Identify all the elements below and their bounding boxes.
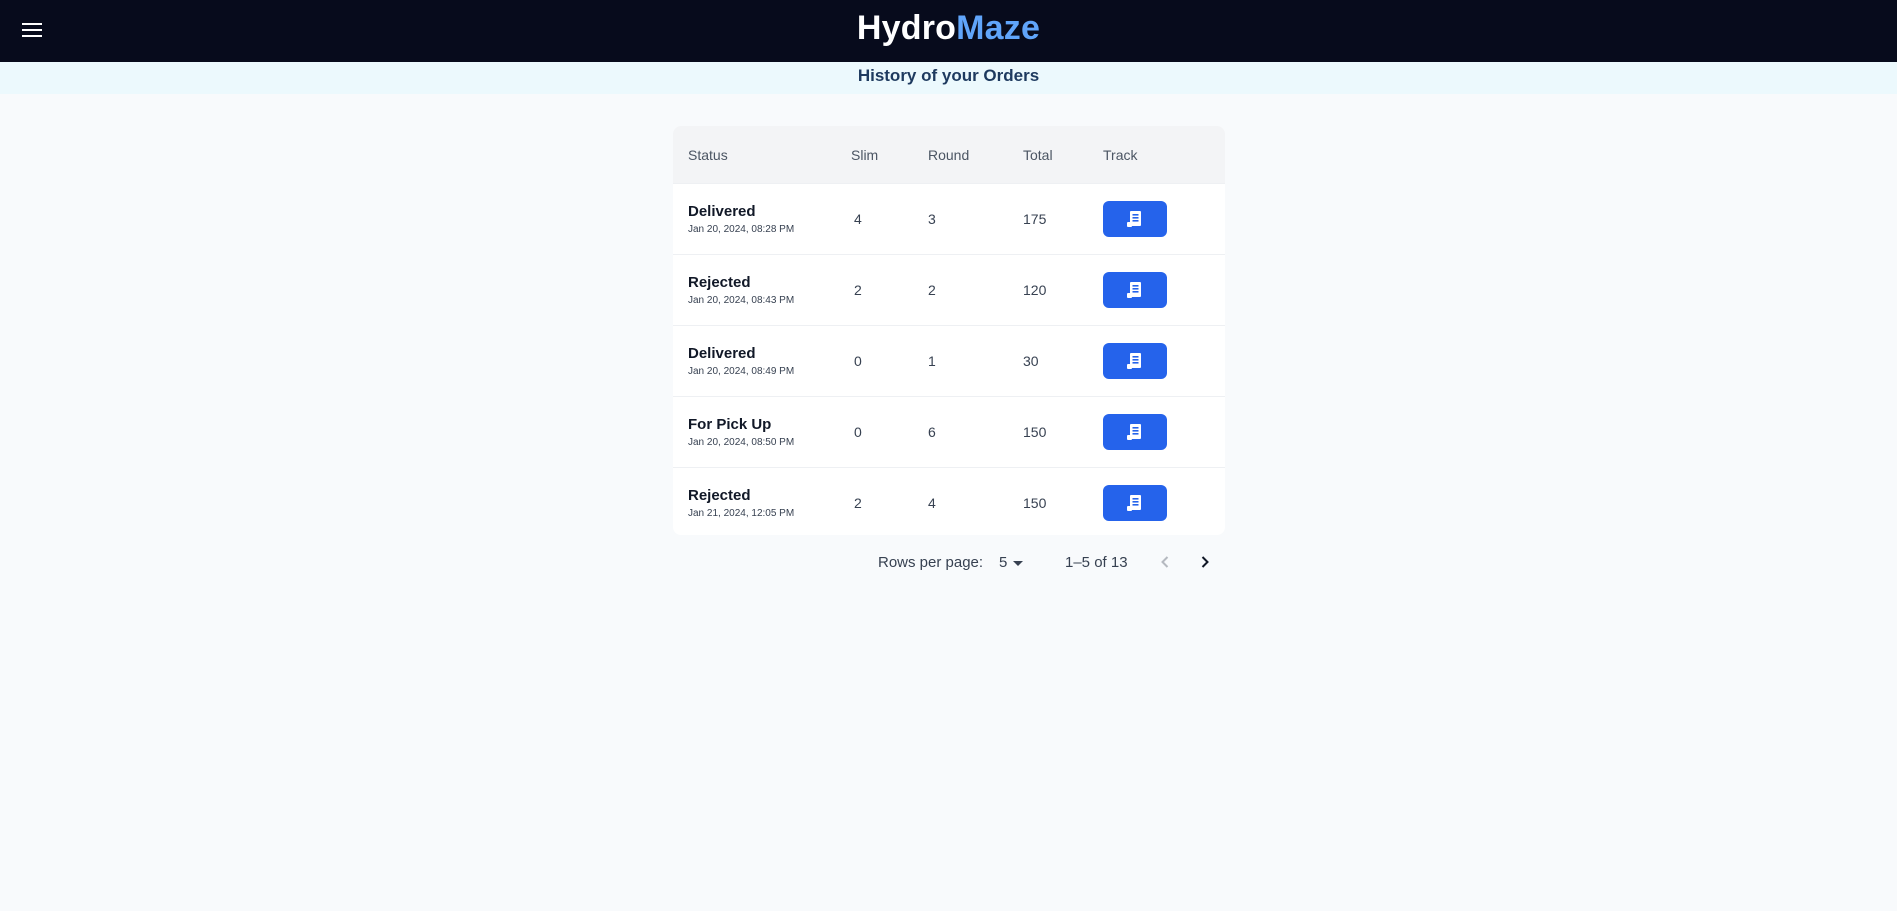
order-date: Jan 20, 2024, 08:50 PM [688,436,795,448]
slim-count: 0 [854,424,862,440]
receipt-icon [1127,353,1141,369]
rows-per-page-label: Rows per page: [878,554,984,571]
round-count: 6 [928,424,936,440]
track-cell [1103,414,1225,450]
status-cell: Rejected Jan 21, 2024, 12:05 PM [673,487,851,520]
status-cell: Rejected Jan 20, 2024, 08:43 PM [673,274,851,307]
status-cell: Delivered Jan 20, 2024, 08:49 PM [673,345,851,378]
table-pagination: Rows per page: 5 1–5 of 13 [673,546,1225,578]
round-count: 4 [928,495,936,511]
status-label: Delivered [688,344,756,362]
table-row: Delivered Jan 20, 2024, 08:28 PM 4 3 175 [673,183,1225,254]
track-order-button[interactable] [1103,485,1167,521]
top-navbar: HydroMaze [0,0,1897,62]
rows-per-page-select[interactable]: 5 [999,554,1024,571]
status-label: Delivered [688,202,756,220]
orders-table: Status Slim Round Total Track Delivered … [673,126,1225,535]
track-cell [1103,201,1225,237]
slim-count: 2 [854,282,862,298]
track-cell [1103,485,1225,521]
chevron-right-icon [1201,556,1209,568]
round-count: 1 [928,353,936,369]
track-order-button[interactable] [1103,343,1167,379]
status-label: Rejected [688,486,751,504]
column-header-slim: Slim [851,146,879,163]
slim-count: 2 [854,495,862,511]
status-cell: Delivered Jan 20, 2024, 08:28 PM [673,203,851,236]
table-row: Rejected Jan 21, 2024, 12:05 PM 2 4 150 [673,467,1225,535]
brand-name-part2: Maze [956,9,1041,47]
track-order-button[interactable] [1103,414,1167,450]
track-cell [1103,343,1225,379]
brand-name-part1: Hydro [856,9,957,47]
column-header-round: Round [928,146,970,163]
receipt-icon [1127,424,1141,440]
order-date: Jan 20, 2024, 08:28 PM [688,223,795,235]
receipt-icon [1127,495,1141,511]
order-date: Jan 21, 2024, 12:05 PM [688,507,795,519]
total-amount: 120 [1023,282,1047,298]
round-count: 3 [928,211,936,227]
total-amount: 30 [1023,353,1039,369]
brand-logo[interactable]: HydroMaze [857,9,1040,48]
table-header: Status Slim Round Total Track [673,126,1225,183]
total-amount: 150 [1023,424,1047,440]
page-title-bar: History of your Orders [0,62,1897,94]
status-label: For Pick Up [688,415,772,433]
receipt-icon [1127,282,1141,298]
track-order-button[interactable] [1103,272,1167,308]
table-row: Rejected Jan 20, 2024, 08:43 PM 2 2 120 [673,254,1225,325]
status-label: Rejected [688,273,751,291]
receipt-icon [1127,211,1141,227]
order-date: Jan 20, 2024, 08:43 PM [688,294,795,306]
chevron-left-icon [1161,556,1169,568]
column-header-track: Track [1103,146,1138,163]
order-date: Jan 20, 2024, 08:49 PM [688,365,795,377]
total-amount: 150 [1023,495,1047,511]
round-count: 2 [928,282,936,298]
page-title: History of your Orders [857,66,1040,85]
slim-count: 4 [854,211,862,227]
column-header-status: Status [688,146,728,163]
table-row: For Pick Up Jan 20, 2024, 08:50 PM 0 6 1… [673,396,1225,467]
track-order-button[interactable] [1103,201,1167,237]
previous-page-button[interactable] [1155,552,1175,572]
table-row: Delivered Jan 20, 2024, 08:49 PM 0 1 30 [673,325,1225,396]
track-cell [1103,272,1225,308]
next-page-button[interactable] [1195,552,1215,572]
slim-count: 0 [854,353,862,369]
column-header-total: Total [1023,146,1053,163]
rows-per-page-value: 5 [999,554,1008,571]
pagination-range: 1–5 of 13 [1065,554,1128,571]
caret-down-icon [1013,561,1024,566]
status-cell: For Pick Up Jan 20, 2024, 08:50 PM [673,416,851,449]
hamburger-menu-icon[interactable] [22,20,44,40]
total-amount: 175 [1023,211,1047,227]
